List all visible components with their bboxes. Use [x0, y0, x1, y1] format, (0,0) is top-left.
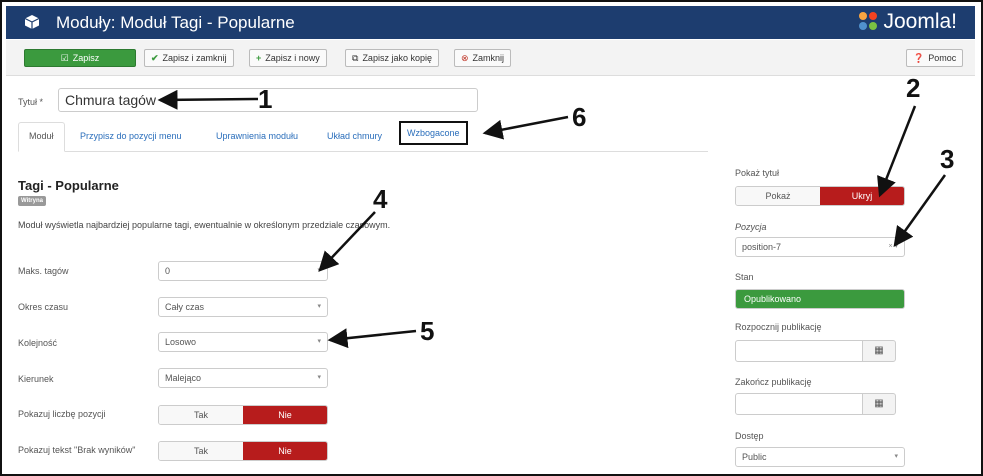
arrow-3 — [893, 174, 947, 248]
annotation-2: 2 — [906, 73, 921, 103]
annotation-arrows — [157, 89, 947, 349]
arrow-6 — [482, 115, 569, 140]
arrow-1 — [157, 89, 259, 110]
arrow-5 — [327, 328, 417, 349]
annotation-6: 6 — [572, 102, 587, 132]
annotation-3: 3 — [940, 144, 955, 174]
annotation-5: 5 — [420, 316, 435, 346]
annotation-1: 1 — [258, 84, 273, 114]
arrow-4 — [318, 211, 376, 272]
annotation-4: 4 — [373, 184, 388, 214]
arrow-2 — [877, 105, 917, 198]
